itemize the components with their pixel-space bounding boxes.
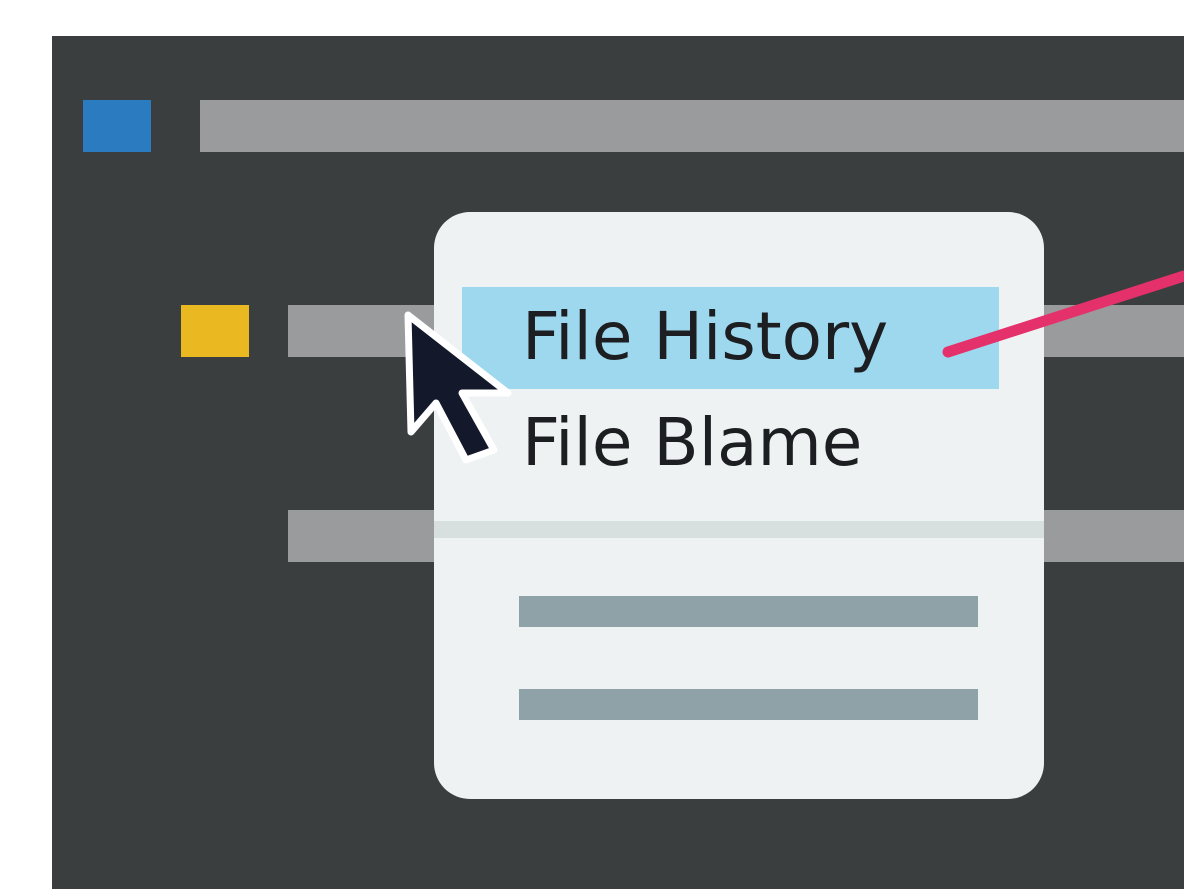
illustration-canvas: File History File Blame (0, 0, 1184, 889)
arrow-pointer-icon (404, 311, 512, 464)
